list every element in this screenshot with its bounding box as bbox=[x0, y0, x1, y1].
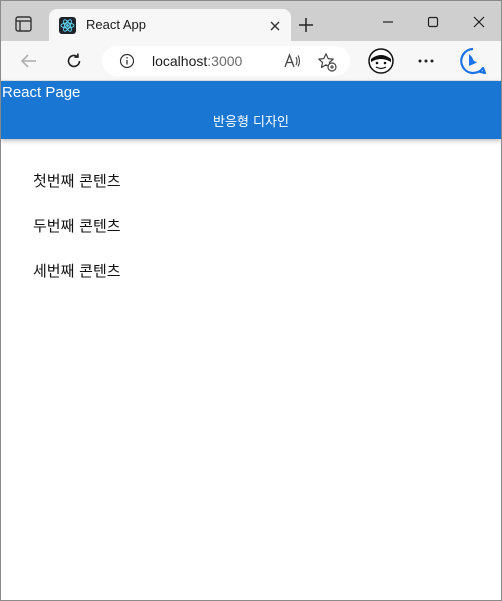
url-port: :3000 bbox=[207, 53, 243, 69]
window-close-icon[interactable] bbox=[470, 13, 488, 31]
content-item-3: 세번째 콘텐츠 bbox=[33, 262, 121, 280]
content-list: 첫번째 콘텐츠 두번째 콘텐츠 세번째 콘텐츠 bbox=[33, 171, 121, 306]
bing-copilot-icon[interactable] bbox=[458, 46, 488, 76]
tab-actions-icon[interactable] bbox=[13, 13, 35, 35]
back-arrow-icon[interactable] bbox=[19, 51, 39, 71]
tab-close-icon[interactable] bbox=[268, 18, 282, 32]
read-aloud-icon[interactable] bbox=[283, 52, 301, 70]
app-title: React Page bbox=[2, 84, 81, 101]
more-options-icon[interactable] bbox=[416, 51, 436, 71]
content-item-1: 첫번째 콘텐츠 bbox=[33, 172, 121, 190]
reload-icon[interactable] bbox=[64, 51, 84, 71]
app-subtitle: 반응형 디자인 bbox=[213, 115, 289, 130]
minimize-icon[interactable] bbox=[379, 13, 397, 31]
page-viewport: React Page 반응형 디자인 첫번째 콘텐츠 두번째 콘텐츠 세번째 콘… bbox=[1, 81, 501, 600]
site-info-icon[interactable] bbox=[119, 53, 135, 69]
app-header: React Page 반응형 디자인 bbox=[1, 81, 501, 139]
add-favorite-icon[interactable] bbox=[317, 52, 337, 72]
maximize-icon[interactable] bbox=[424, 13, 442, 31]
browser-toolbar: localhost:3000 bbox=[1, 41, 501, 81]
url-host: localhost bbox=[152, 53, 208, 69]
title-bar: React App bbox=[1, 1, 501, 41]
react-favicon-icon bbox=[59, 17, 76, 34]
browser-window: React App localhost:3000 React Page 반응형 … bbox=[0, 0, 502, 601]
new-tab-icon[interactable] bbox=[297, 16, 315, 34]
browser-tab[interactable]: React App bbox=[49, 9, 291, 41]
url-text[interactable]: localhost:3000 bbox=[152, 53, 242, 69]
address-bar[interactable]: localhost:3000 bbox=[102, 46, 350, 76]
tab-title: React App bbox=[86, 17, 146, 32]
content-item-2: 두번째 콘텐츠 bbox=[33, 217, 121, 235]
profile-avatar-icon[interactable] bbox=[368, 48, 394, 74]
